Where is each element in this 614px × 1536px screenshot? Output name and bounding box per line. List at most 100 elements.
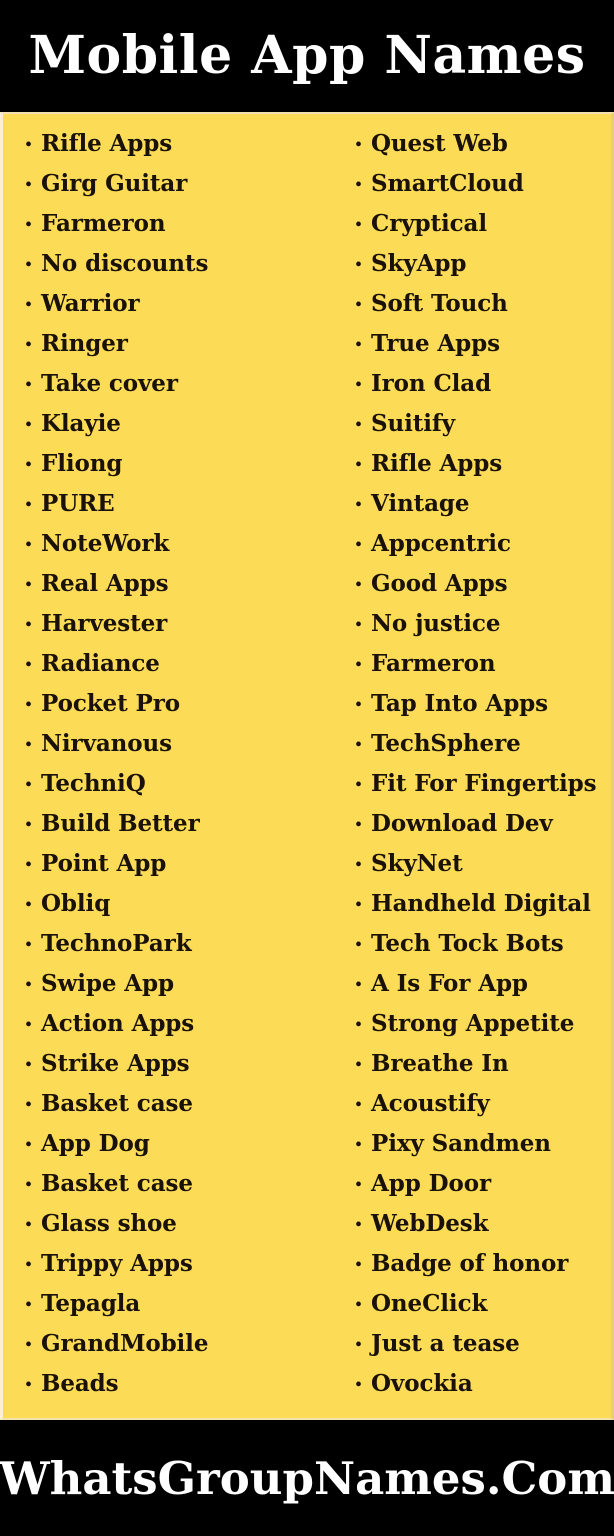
bullet-icon: • [25,694,33,716]
left-column: • Rifle Apps • Girg Guitar • Farmeron • No disc… [3,124,343,1418]
list-item: • Fliong [25,444,343,484]
app-name-label: Strong Appetite [371,1010,575,1037]
app-name-label: Farmeron [371,650,496,677]
list-item: • Glass shoe [25,1204,343,1244]
app-name-label: Glass shoe [41,1210,177,1237]
app-name-label: Rifle Apps [41,130,173,157]
list-item: • App Door [355,1164,611,1204]
app-name-label: True Apps [371,330,500,357]
bullet-icon: • [25,174,33,196]
bullet-icon: • [25,334,33,356]
app-name-label: PURE [41,490,115,517]
bullet-icon: • [25,1134,33,1156]
app-name-label: Appcentric [371,530,511,557]
list-item: • True Apps [355,324,611,364]
bullet-icon: • [355,1334,363,1356]
bullet-icon: • [355,214,363,236]
bullet-icon: • [355,1254,363,1276]
app-name-label: Warrior [41,290,140,317]
list-item: • Cryptical [355,204,611,244]
app-name-label: App Door [371,1170,491,1197]
app-name-label: Good Apps [371,570,508,597]
list-item: • TechniQ [25,764,343,804]
list-item: • TechnoPark [25,924,343,964]
app-name-label: Action Apps [41,1010,195,1037]
app-name-label: Cryptical [371,210,487,237]
list-item: • Swipe App [25,964,343,1004]
app-name-label: Suitify [371,410,455,437]
bullet-icon: • [25,494,33,516]
list-item: • Good Apps [355,564,611,604]
footer-banner: WhatsGroupNames.Com [0,1420,614,1536]
bullet-icon: • [25,1254,33,1276]
list-item: • A Is For App [355,964,611,1004]
bullet-icon: • [355,414,363,436]
bullet-icon: • [355,654,363,676]
app-name-label: WebDesk [371,1210,489,1237]
bullet-icon: • [355,894,363,916]
bullet-icon: • [355,334,363,356]
page-title: Mobile App Names [28,25,586,86]
list-item: • Strike Apps [25,1044,343,1084]
list-item: • Real Apps [25,564,343,604]
bullet-icon: • [25,454,33,476]
list-item: • Soft Touch [355,284,611,324]
app-name-label: Basket case [41,1090,193,1117]
list-item: • Iron Clad [355,364,611,404]
bullet-icon: • [25,574,33,596]
list-item: • TechSphere [355,724,611,764]
list-item: • Quest Web [355,124,611,164]
app-name-label: Take cover [41,370,178,397]
bullet-icon: • [25,654,33,676]
list-item: • Breathe In [355,1044,611,1084]
bullet-icon: • [355,494,363,516]
list-item: • Klayie [25,404,343,444]
app-name-label: Radiance [41,650,160,677]
list-item: • App Dog [25,1124,343,1164]
names-panel: • Rifle Apps • Girg Guitar • Farmeron • No disc… [0,112,614,1420]
bullet-icon: • [25,1014,33,1036]
list-item: • Trippy Apps [25,1244,343,1284]
bullet-icon: • [25,1294,33,1316]
bullet-icon: • [355,294,363,316]
bullet-icon: • [25,854,33,876]
bullet-icon: • [355,974,363,996]
list-item: • SmartCloud [355,164,611,204]
bullet-icon: • [25,254,33,276]
app-name-label: App Dog [41,1130,150,1157]
list-item: • Pocket Pro [25,684,343,724]
bullet-icon: • [25,734,33,756]
site-name: WhatsGroupNames.Com [0,1451,614,1505]
app-name-label: Basket case [41,1170,193,1197]
bullet-icon: • [355,814,363,836]
right-name-list: • Quest Web • SmartCloud • Cryptical • SkyApp • S… [355,124,611,1404]
app-name-label: Nirvanous [41,730,172,757]
list-item: • Harvester [25,604,343,644]
list-item: • Farmeron [355,644,611,684]
list-item: • Rifle Apps [355,444,611,484]
app-name-label: Fit For Fingertips [371,770,597,797]
bullet-icon: • [355,1094,363,1116]
list-item: • OneClick [355,1284,611,1324]
bullet-icon: • [25,214,33,236]
app-name-label: Obliq [41,890,111,917]
bullet-icon: • [355,1294,363,1316]
app-name-label: Vintage [371,490,470,517]
app-name-label: Breathe In [371,1050,509,1077]
app-name-label: TechniQ [41,770,146,797]
app-name-label: Girg Guitar [41,170,188,197]
app-name-label: SkyNet [371,850,463,877]
bullet-icon: • [25,134,33,156]
list-item: • Rifle Apps [25,124,343,164]
app-name-label: Farmeron [41,210,166,237]
app-name-label: Fliong [41,450,123,477]
list-item: • Beads [25,1364,343,1404]
bullet-icon: • [25,1054,33,1076]
bullet-icon: • [355,1014,363,1036]
app-name-label: Build Better [41,810,200,837]
list-item: • Girg Guitar [25,164,343,204]
app-name-label: Real Apps [41,570,169,597]
list-item: • Just a tease [355,1324,611,1364]
app-name-label: Harvester [41,610,168,637]
bullet-icon: • [355,734,363,756]
